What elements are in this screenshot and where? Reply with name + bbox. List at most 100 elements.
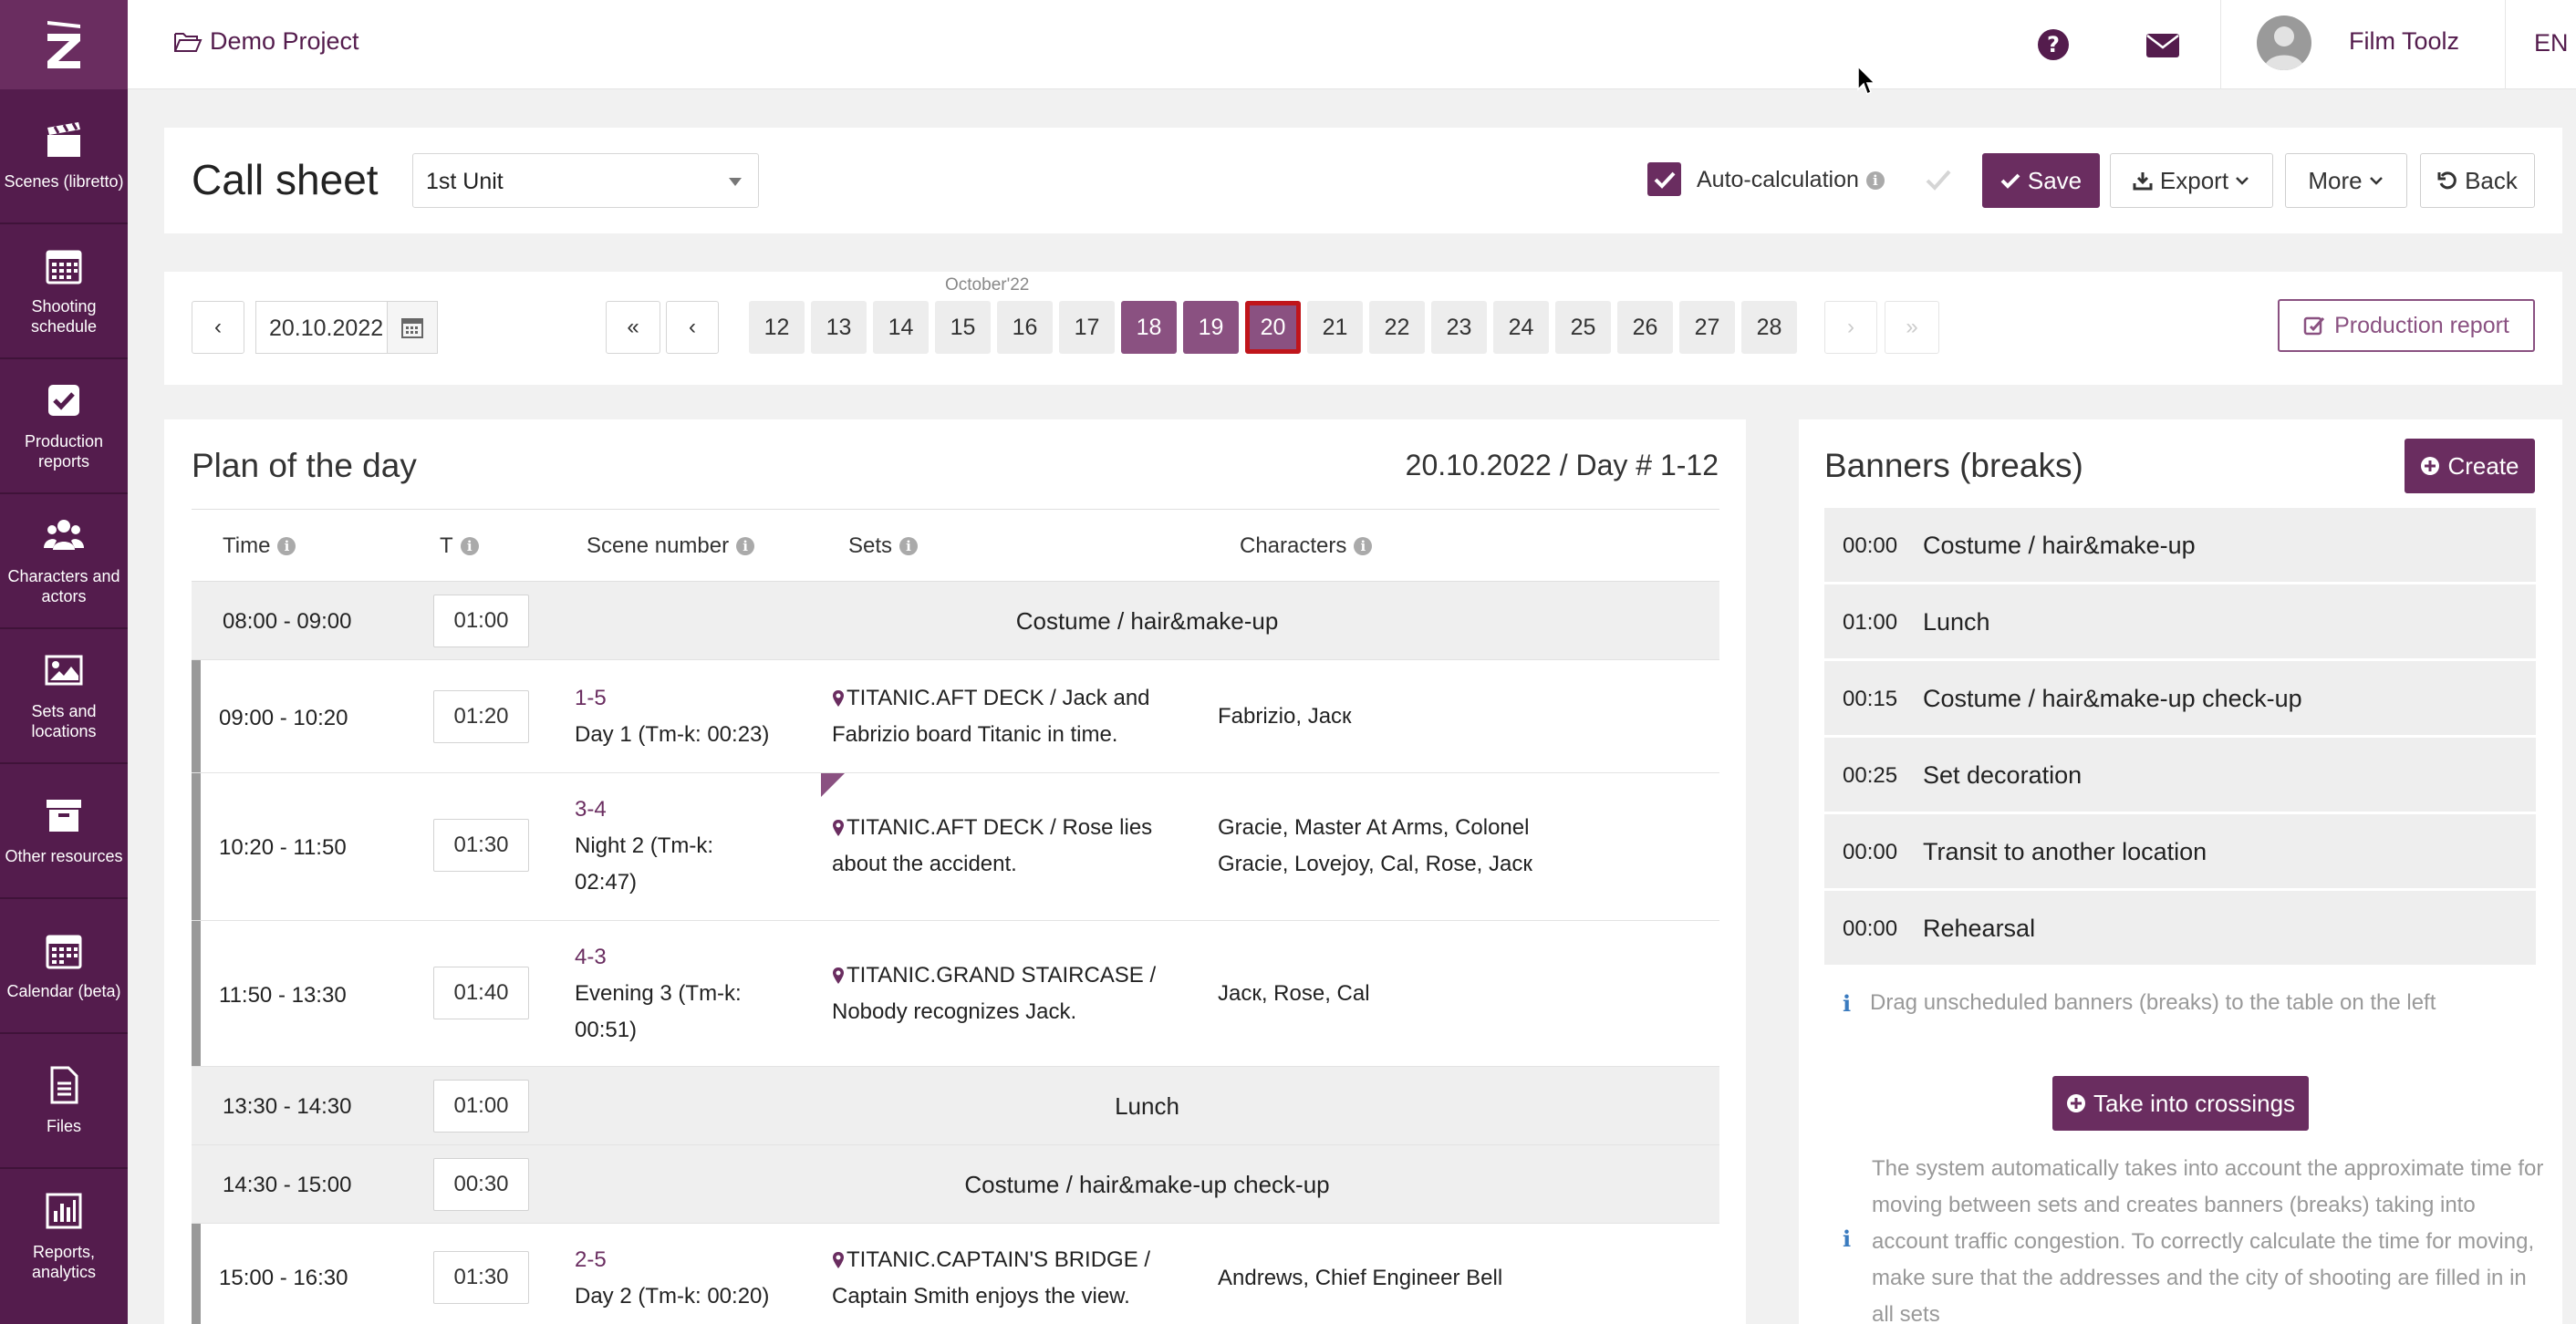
scene-number-link[interactable]: 1-5 bbox=[575, 680, 794, 717]
more-button[interactable]: More bbox=[2285, 153, 2407, 208]
sidebar-item-sets[interactable]: Sets and locations bbox=[0, 629, 128, 764]
avatar[interactable] bbox=[2257, 16, 2311, 70]
info-icon[interactable]: i bbox=[277, 537, 296, 555]
day-button[interactable]: 19 bbox=[1183, 301, 1239, 354]
duration-input[interactable]: 01:40 bbox=[433, 967, 529, 1019]
banner-list-item[interactable]: 00:25 Set decoration bbox=[1824, 738, 2536, 813]
sidebar-item-characters[interactable]: Characters and actors bbox=[0, 494, 128, 629]
banner-time: 01:00 bbox=[1843, 610, 1898, 635]
duration-input[interactable]: 01:00 bbox=[433, 1080, 529, 1133]
day-button[interactable]: 23 bbox=[1431, 301, 1487, 354]
banner-list-item[interactable]: 01:00 Lunch bbox=[1824, 584, 2536, 660]
create-banner-button[interactable]: Create bbox=[2405, 439, 2535, 493]
duration-input[interactable]: 01:20 bbox=[433, 690, 529, 743]
prev-week-button[interactable]: ‹ bbox=[666, 301, 719, 354]
banner-list-item[interactable]: 00:00 Rehearsal bbox=[1824, 891, 2536, 967]
sidebar-item-files[interactable]: Files bbox=[0, 1034, 128, 1169]
export-button[interactable]: Export bbox=[2110, 153, 2273, 208]
table-row-scene[interactable]: 15:00 - 16:30 01:30 2-5 Day 2 (Tm-k: 00:… bbox=[192, 1224, 1719, 1324]
scene-number-link[interactable]: 3-4 bbox=[575, 791, 757, 828]
column-time[interactable]: Time i bbox=[223, 533, 296, 559]
column-scene-number[interactable]: Scene number i bbox=[587, 533, 755, 559]
day-button[interactable]: 16 bbox=[997, 301, 1053, 354]
user-name[interactable]: Film Toolz bbox=[2349, 27, 2459, 56]
day-button[interactable]: 26 bbox=[1617, 301, 1673, 354]
banner-list-item[interactable]: 00:00 Transit to another location bbox=[1824, 814, 2536, 890]
day-button[interactable]: 17 bbox=[1059, 301, 1115, 354]
row-drag-handle[interactable] bbox=[192, 773, 201, 920]
clapperboard-icon bbox=[47, 122, 80, 157]
duration-input[interactable]: 00:30 bbox=[433, 1158, 529, 1211]
info-icon[interactable]: i bbox=[1865, 171, 1885, 190]
sidebar-item-other-resources[interactable]: Other resources bbox=[0, 764, 128, 899]
row-drag-handle[interactable] bbox=[192, 921, 201, 1066]
note-flag-icon bbox=[821, 773, 845, 797]
help-icon[interactable]: ? bbox=[2036, 27, 2071, 62]
day-button[interactable]: 12 bbox=[749, 301, 805, 354]
day-button[interactable]: 28 bbox=[1741, 301, 1797, 354]
day-button[interactable]: 21 bbox=[1307, 301, 1363, 354]
info-icon[interactable]: i bbox=[460, 537, 479, 555]
table-row-banner[interactable]: 08:00 - 09:00 01:00 Costume / hair&make-… bbox=[192, 582, 1719, 660]
sidebar-item-scenes[interactable]: Scenes (libretto) bbox=[0, 89, 128, 224]
project-name: Demo Project bbox=[210, 27, 359, 55]
mail-icon[interactable] bbox=[2145, 27, 2180, 62]
crossings-label: Take into crossings bbox=[2093, 1089, 2296, 1117]
unit-select[interactable]: 1st Unit bbox=[412, 153, 759, 208]
row-drag-handle[interactable] bbox=[192, 1224, 201, 1324]
table-row-banner[interactable]: 14:30 - 15:00 00:30 Costume / hair&make-… bbox=[192, 1145, 1719, 1224]
info-icon[interactable]: i bbox=[1354, 537, 1373, 555]
filmtoolz-logo-icon bbox=[47, 21, 80, 68]
project-link[interactable]: Demo Project bbox=[173, 27, 359, 56]
table-row-scene[interactable]: 09:00 - 10:20 01:20 1-5 Day 1 (Tm-k: 00:… bbox=[192, 660, 1719, 773]
date-picker-button[interactable] bbox=[387, 301, 438, 354]
sidebar-item-shooting-schedule[interactable]: Shooting schedule bbox=[0, 224, 128, 359]
prev-date-button[interactable]: ‹ bbox=[192, 301, 244, 354]
info-icon[interactable]: i bbox=[899, 537, 919, 555]
table-row-banner[interactable]: 13:30 - 14:30 01:00 Lunch bbox=[192, 1067, 1719, 1145]
map-marker-icon bbox=[833, 1252, 844, 1268]
duration-input[interactable]: 01:30 bbox=[433, 819, 529, 872]
back-button[interactable]: Back bbox=[2420, 153, 2535, 208]
duration-input[interactable]: 01:30 bbox=[433, 1251, 529, 1304]
next-week-button[interactable]: › bbox=[1824, 301, 1877, 354]
plus-circle-icon bbox=[2066, 1094, 2085, 1112]
row-time: 09:00 - 10:20 bbox=[219, 706, 348, 730]
day-button[interactable]: 22 bbox=[1369, 301, 1425, 354]
column-sets[interactable]: Sets i bbox=[848, 533, 919, 559]
confirm-check-icon[interactable] bbox=[1922, 164, 1955, 197]
column-t[interactable]: Ti bbox=[440, 533, 479, 559]
last-page-button[interactable]: » bbox=[1885, 301, 1939, 354]
column-characters[interactable]: Characters i bbox=[1240, 533, 1373, 559]
day-button[interactable]: 14 bbox=[873, 301, 929, 354]
sidebar-item-reports[interactable]: Reports, analytics bbox=[0, 1169, 128, 1304]
info-icon[interactable]: i bbox=[736, 537, 755, 555]
banner-list-item[interactable]: 00:15 Costume / hair&make-up check-up bbox=[1824, 661, 2536, 737]
take-into-crossings-button[interactable]: Take into crossings bbox=[2052, 1076, 2309, 1131]
scene-cell: 4-3 Evening 3 (Tm-k: 00:51) bbox=[575, 939, 757, 1049]
sidebar-item-calendar[interactable]: Calendar (beta) bbox=[0, 899, 128, 1034]
banner-name: Lunch bbox=[1923, 608, 1990, 636]
auto-calculation-checkbox[interactable] bbox=[1647, 162, 1681, 196]
day-button[interactable]: 13 bbox=[811, 301, 867, 354]
duration-input[interactable]: 01:00 bbox=[433, 595, 529, 647]
day-button[interactable]: 15 bbox=[935, 301, 991, 354]
language-switch[interactable]: EN bbox=[2534, 29, 2569, 57]
day-button[interactable]: 18 bbox=[1121, 301, 1177, 354]
table-row-scene[interactable]: 11:50 - 13:30 01:40 4-3 Evening 3 (Tm-k:… bbox=[192, 921, 1719, 1067]
day-button[interactable]: 24 bbox=[1493, 301, 1549, 354]
day-button[interactable]: 25 bbox=[1555, 301, 1611, 354]
row-drag-handle[interactable] bbox=[192, 660, 201, 772]
day-button[interactable]: 27 bbox=[1679, 301, 1735, 354]
app-logo[interactable] bbox=[0, 0, 128, 89]
sidebar-item-production-reports[interactable]: Production reports bbox=[0, 359, 128, 494]
first-page-button[interactable]: « bbox=[606, 301, 660, 354]
production-report-button[interactable]: Production report bbox=[2278, 299, 2535, 352]
day-button[interactable]: 20 bbox=[1245, 301, 1301, 354]
scene-number-link[interactable]: 4-3 bbox=[575, 939, 757, 976]
sidebar-item-label: Scenes (libretto) bbox=[4, 172, 124, 191]
banner-list-item[interactable]: 00:00 Costume / hair&make-up bbox=[1824, 508, 2536, 584]
table-row-scene[interactable]: 10:20 - 11:50 01:30 3-4 Night 2 (Tm-k: 0… bbox=[192, 773, 1719, 921]
scene-number-link[interactable]: 2-5 bbox=[575, 1242, 794, 1278]
save-button[interactable]: Save bbox=[1982, 153, 2100, 208]
